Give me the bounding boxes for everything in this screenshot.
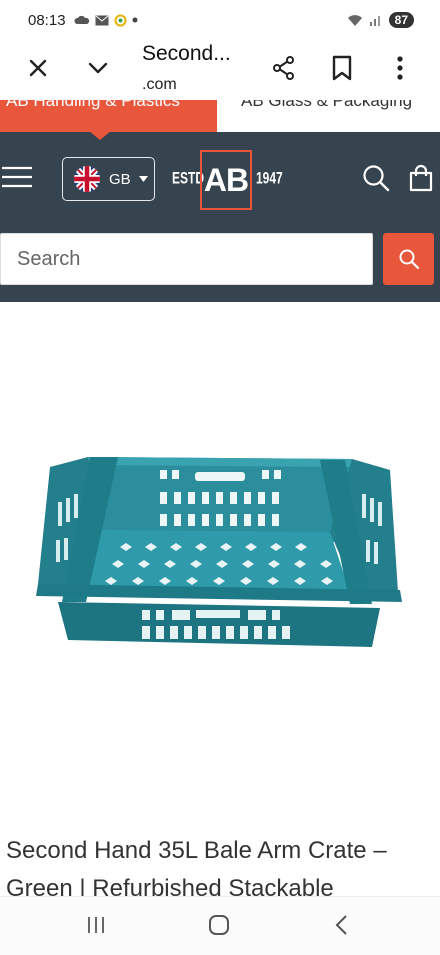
tab-handling-plastics[interactable]: AB Handling & Plastics bbox=[0, 100, 217, 132]
search-button[interactable] bbox=[383, 233, 434, 285]
bookmark-icon[interactable] bbox=[331, 55, 353, 81]
page-url[interactable]: .com bbox=[142, 76, 177, 94]
tab-label: AB Glass & Packaging bbox=[241, 100, 413, 110]
uk-flag-icon bbox=[74, 166, 100, 192]
search-icon[interactable] bbox=[362, 164, 390, 192]
search-input[interactable]: Search bbox=[0, 233, 373, 285]
ab-logo[interactable]: ESTD AB 1947 bbox=[172, 146, 283, 212]
logo-mark-text: AB bbox=[203, 161, 249, 198]
status-bar: 08:13 87 bbox=[0, 0, 440, 40]
locale-selector[interactable]: GB bbox=[62, 157, 155, 201]
recent-apps-icon[interactable] bbox=[86, 915, 106, 935]
status-notification-icons bbox=[74, 14, 138, 27]
home-icon[interactable] bbox=[208, 914, 230, 936]
shopping-bag-icon[interactable] bbox=[409, 164, 433, 192]
cloud-icon bbox=[74, 15, 89, 24]
site-header: GB ESTD AB 1947 Search bbox=[0, 132, 440, 302]
search-placeholder: Search bbox=[17, 247, 81, 270]
tab-label: AB Handling & Plastics bbox=[6, 100, 180, 110]
status-time: 08:13 bbox=[28, 11, 66, 29]
browser-bar: Second... .com bbox=[0, 40, 440, 100]
chevron-down-icon[interactable] bbox=[86, 56, 110, 80]
system-nav-bar bbox=[0, 896, 440, 955]
logo-year: 1947 bbox=[256, 168, 283, 188]
signal-icon bbox=[369, 16, 380, 26]
page-title: Second... bbox=[142, 42, 231, 65]
logo-mark: AB bbox=[200, 150, 252, 210]
mail-icon bbox=[95, 15, 109, 25]
caret-down-icon bbox=[138, 176, 148, 182]
share-icon[interactable] bbox=[272, 55, 296, 81]
tab-glass-packaging[interactable]: AB Glass & Packaging bbox=[217, 100, 440, 132]
crate-image bbox=[36, 457, 402, 647]
dot-icon bbox=[132, 17, 138, 23]
battery-indicator: 87 bbox=[388, 12, 414, 28]
wifi-icon bbox=[347, 14, 362, 26]
locale-label: GB bbox=[109, 170, 131, 188]
division-tabs: AB Handling & Plastics AB Glass & Packag… bbox=[0, 100, 440, 132]
sync-icon bbox=[114, 14, 127, 26]
more-vertical-icon[interactable] bbox=[390, 55, 410, 81]
active-tab-indicator bbox=[89, 131, 111, 140]
product-image[interactable] bbox=[0, 302, 440, 822]
search-icon bbox=[399, 249, 419, 270]
back-icon[interactable] bbox=[334, 914, 350, 936]
close-icon[interactable] bbox=[26, 56, 50, 80]
hamburger-menu-icon[interactable] bbox=[2, 165, 32, 189]
